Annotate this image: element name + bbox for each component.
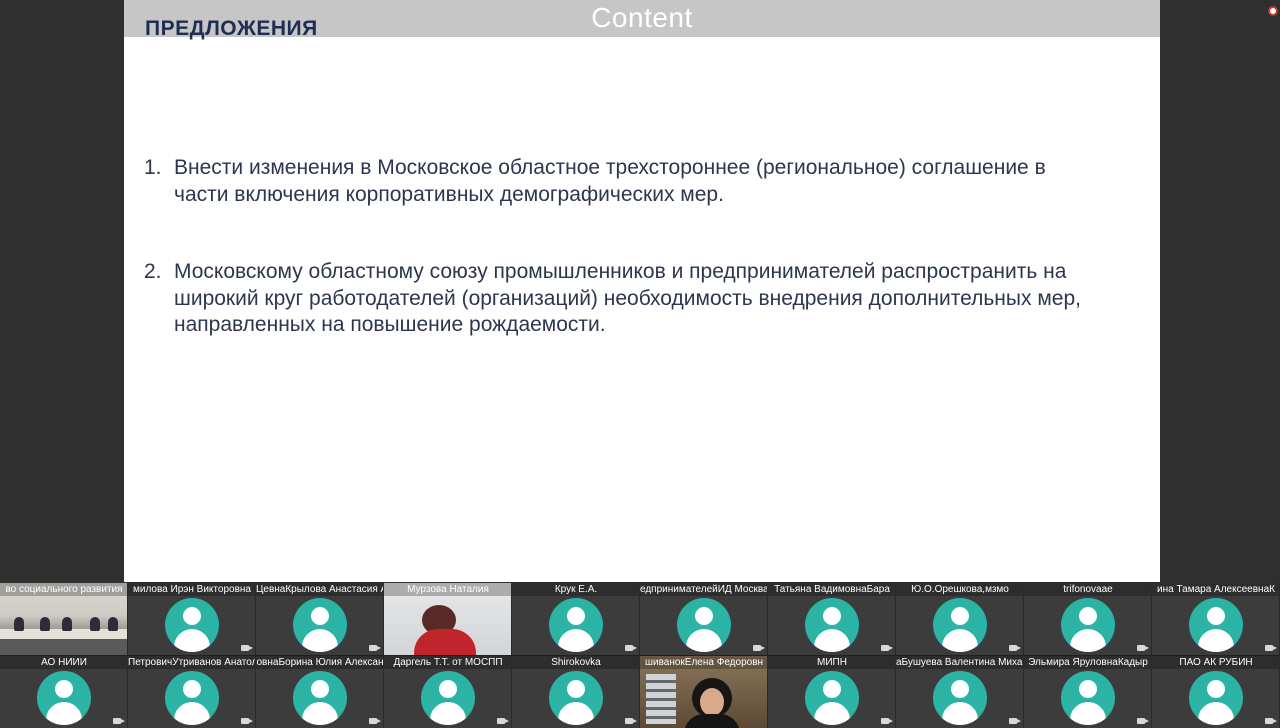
avatar-icon — [677, 598, 731, 652]
proposal-number: 2. — [144, 260, 162, 283]
proposal-text: Московскому областному союзу промышленни… — [174, 260, 1081, 336]
avatar-icon — [37, 671, 91, 725]
participant-tile[interactable]: во социального развития — [0, 583, 128, 655]
person-face — [700, 688, 724, 716]
participant-name: АО НИИИ — [0, 656, 127, 669]
video-camera-icon — [369, 718, 381, 724]
participant-name: аБушуева Валентина Михаи — [896, 656, 1024, 669]
person-silhouette — [108, 617, 118, 631]
participant-name: ПАО АК РУБИН — [1152, 656, 1279, 669]
participant-tile[interactable]: ина Тамара АлексеевнаК — [1152, 583, 1280, 655]
office-shelf — [646, 674, 676, 724]
avatar-icon — [293, 671, 347, 725]
participant-name: ЦевнаКрылова Анастасия А — [256, 583, 384, 596]
video-camera-icon — [625, 645, 637, 651]
avatar-icon — [293, 598, 347, 652]
video-camera-icon — [881, 645, 893, 651]
participant-tile[interactable]: овнаБорина Юлия Алексан — [256, 656, 384, 728]
conference-window: ПРЕДЛОЖЕНИЯ Content 1. Внести изменения … — [0, 0, 1280, 728]
shared-content-slide: ПРЕДЛОЖЕНИЯ Content 1. Внести изменения … — [124, 0, 1160, 582]
avatar-icon — [549, 671, 603, 725]
record-indicator-icon — [1268, 6, 1278, 16]
avatar-icon — [1061, 598, 1115, 652]
video-camera-icon — [497, 718, 509, 724]
video-camera-icon — [113, 718, 125, 724]
avatar-icon — [421, 671, 475, 725]
participant-name: милова Ирэн Викторовна — [128, 583, 255, 596]
video-camera-icon — [241, 718, 253, 724]
video-camera-icon — [1137, 718, 1149, 724]
participant-tile[interactable]: Эльмира ЯруловнаКадыр — [1024, 656, 1152, 728]
participant-name: Ю.О.Орешкова,мзмо — [896, 583, 1023, 596]
avatar-icon — [1189, 598, 1243, 652]
person-silhouette — [62, 617, 72, 631]
participant-tile[interactable]: Даргель Т.Т. от МОСПП — [384, 656, 512, 728]
content-label: Content — [591, 2, 693, 33]
participant-name: шиванокЕлена Федоровн — [640, 656, 767, 669]
avatar-icon — [165, 598, 219, 652]
participant-tile[interactable]: аБушуева Валентина Михаи — [896, 656, 1024, 728]
participant-tile[interactable]: trifonovaae — [1024, 583, 1152, 655]
avatar-icon — [933, 598, 987, 652]
participant-name: МИПН — [768, 656, 895, 669]
participant-name: Эльмира ЯруловнаКадыр — [1024, 656, 1151, 669]
participant-name: овнаБорина Юлия Алексан — [256, 656, 384, 669]
room-screen — [0, 639, 127, 655]
avatar-icon — [1189, 671, 1243, 725]
video-camera-icon — [241, 645, 253, 651]
participant-name: trifonovaae — [1024, 583, 1151, 596]
participant-name: Даргель Т.Т. от МОСПП — [384, 656, 511, 669]
avatar-icon — [933, 671, 987, 725]
participant-tile[interactable]: ПАО АК РУБИН — [1152, 656, 1280, 728]
participant-tile[interactable]: Ю.О.Орешкова,мзмо — [896, 583, 1024, 655]
participant-name: Крук Е.А. — [512, 583, 639, 596]
avatar-icon — [165, 671, 219, 725]
video-camera-icon — [625, 718, 637, 724]
video-camera-icon — [1265, 718, 1277, 724]
proposal-text: Внести изменения в Московское областное … — [174, 156, 1046, 206]
participant-name: Shirokovka — [512, 656, 639, 669]
participant-tile[interactable]: милова Ирэн Викторовна — [128, 583, 256, 655]
person-silhouette — [90, 617, 100, 631]
participant-name: Татьяна ВадимовнаБара — [768, 583, 895, 596]
video-camera-icon — [1009, 718, 1021, 724]
avatar-icon — [805, 598, 859, 652]
person-torso — [414, 629, 476, 655]
video-camera-icon — [881, 718, 893, 724]
participant-tile[interactable]: ЦевнаКрылова Анастасия А — [256, 583, 384, 655]
video-camera-icon — [1265, 645, 1277, 651]
participant-name: едпринимателейИД Москва — [640, 583, 768, 596]
avatar-icon — [805, 671, 859, 725]
person-torso — [684, 714, 740, 728]
participant-tile[interactable]: шиванокЕлена Федоровн — [640, 656, 768, 728]
person-silhouette — [40, 617, 50, 631]
video-camera-icon — [753, 645, 765, 651]
video-camera-icon — [1009, 645, 1021, 651]
participant-name: во социального развития — [0, 583, 127, 596]
participant-tile[interactable]: ПетровичУтриванов Анатол — [128, 656, 256, 728]
avatar-icon — [1061, 671, 1115, 725]
proposal-number: 1. — [144, 156, 162, 179]
person-silhouette — [14, 617, 24, 631]
participant-tile[interactable]: АО НИИИ — [0, 656, 128, 728]
avatar-icon — [549, 598, 603, 652]
participant-name: ина Тамара АлексеевнаК — [1152, 583, 1279, 596]
participant-tile[interactable]: Мурзова Наталия — [384, 583, 512, 655]
video-camera-icon — [1137, 645, 1149, 651]
video-camera-icon — [369, 645, 381, 651]
participant-tile[interactable]: едпринимателейИД Москва — [640, 583, 768, 655]
participant-name: Мурзова Наталия — [384, 583, 511, 596]
participant-tile[interactable]: Shirokovka — [512, 656, 640, 728]
participant-tile[interactable]: МИПН — [768, 656, 896, 728]
participant-grid: во социального развития милова Ирэн Викт… — [0, 583, 1280, 728]
participant-tile[interactable]: Крук Е.А. — [512, 583, 640, 655]
participant-tile[interactable]: Татьяна ВадимовнаБара — [768, 583, 896, 655]
participant-name: ПетровичУтриванов Анатол — [128, 656, 256, 669]
